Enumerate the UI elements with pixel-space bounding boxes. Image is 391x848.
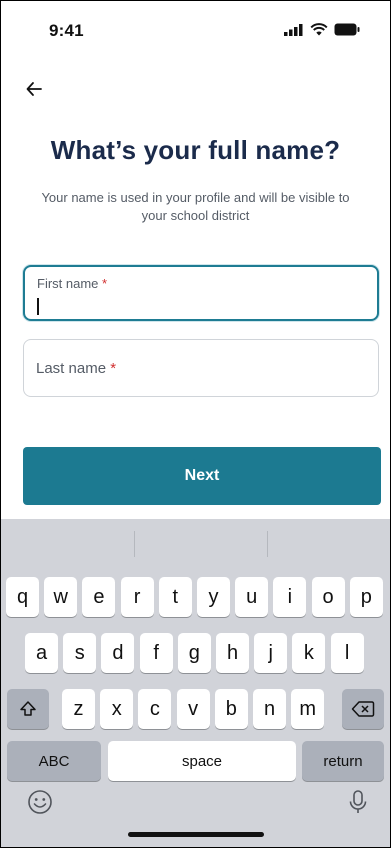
return-key[interactable]: return (302, 741, 384, 781)
page-subtitle: Your name is used in your profile and wi… (41, 190, 350, 223)
next-button[interactable]: Next (23, 447, 381, 505)
key-s[interactable]: s (63, 633, 97, 673)
key-j[interactable]: j (254, 633, 288, 673)
key-n[interactable]: n (253, 689, 286, 729)
key-e[interactable]: e (82, 577, 116, 617)
key-o[interactable]: o (311, 577, 345, 617)
required-asterisk: * (102, 276, 108, 291)
key-c[interactable]: c (138, 689, 172, 729)
key-g[interactable]: g (177, 633, 211, 673)
keyboard: qwertyuiop asdfghjkl zxcvbnm ABC space r… (1, 519, 390, 847)
key-m[interactable]: m (291, 689, 325, 729)
text-cursor (37, 298, 39, 315)
key-r[interactable]: r (120, 577, 154, 617)
first-name-field[interactable]: First name * (23, 265, 379, 321)
microphone-icon[interactable] (343, 787, 373, 817)
page-title: What’s your full name? (50, 135, 341, 165)
last-name-label: Last name * (36, 360, 117, 377)
status-icons (284, 23, 360, 36)
cellular-signal-icon (284, 23, 303, 36)
key-k[interactable]: k (292, 633, 326, 673)
suggestion-bar[interactable] (1, 519, 390, 565)
wifi-icon (310, 23, 328, 36)
battery-icon (334, 23, 360, 36)
key-d[interactable]: d (101, 633, 135, 673)
abc-key[interactable]: ABC (7, 741, 101, 781)
key-u[interactable]: u (235, 577, 269, 617)
key-x[interactable]: x (100, 689, 134, 729)
key-f[interactable]: f (139, 633, 173, 673)
key-l[interactable]: l (330, 633, 364, 673)
key-q[interactable]: q (6, 577, 39, 617)
key-z[interactable]: z (62, 689, 95, 729)
suggestion-divider (134, 531, 135, 557)
first-name-label: First name * (37, 276, 108, 291)
home-indicator (127, 832, 264, 837)
space-key[interactable]: space (108, 741, 296, 781)
key-w[interactable]: w (44, 577, 78, 617)
shift-key[interactable] (7, 689, 49, 729)
key-p[interactable]: p (349, 577, 383, 617)
key-i[interactable]: i (273, 577, 307, 617)
shift-icon (20, 701, 36, 716)
suggestion-divider (267, 531, 268, 557)
key-b[interactable]: b (214, 689, 248, 729)
key-h[interactable]: h (216, 633, 249, 673)
delete-icon (351, 701, 375, 717)
key-t[interactable]: t (158, 577, 192, 617)
status-time: 9:41 (49, 21, 84, 40)
last-name-field[interactable]: Last name * (23, 339, 379, 397)
status-bar: 9:41 (1, 1, 390, 61)
key-a[interactable]: a (25, 633, 58, 673)
arrow-left-icon[interactable] (21, 75, 49, 103)
phone-screen: 9:41 What’s your full name? Your name is… (0, 0, 391, 848)
key-y[interactable]: y (197, 577, 230, 617)
key-v[interactable]: v (176, 689, 210, 729)
required-asterisk: * (110, 360, 117, 377)
delete-key[interactable] (342, 689, 384, 729)
emoji-icon[interactable] (25, 787, 55, 817)
